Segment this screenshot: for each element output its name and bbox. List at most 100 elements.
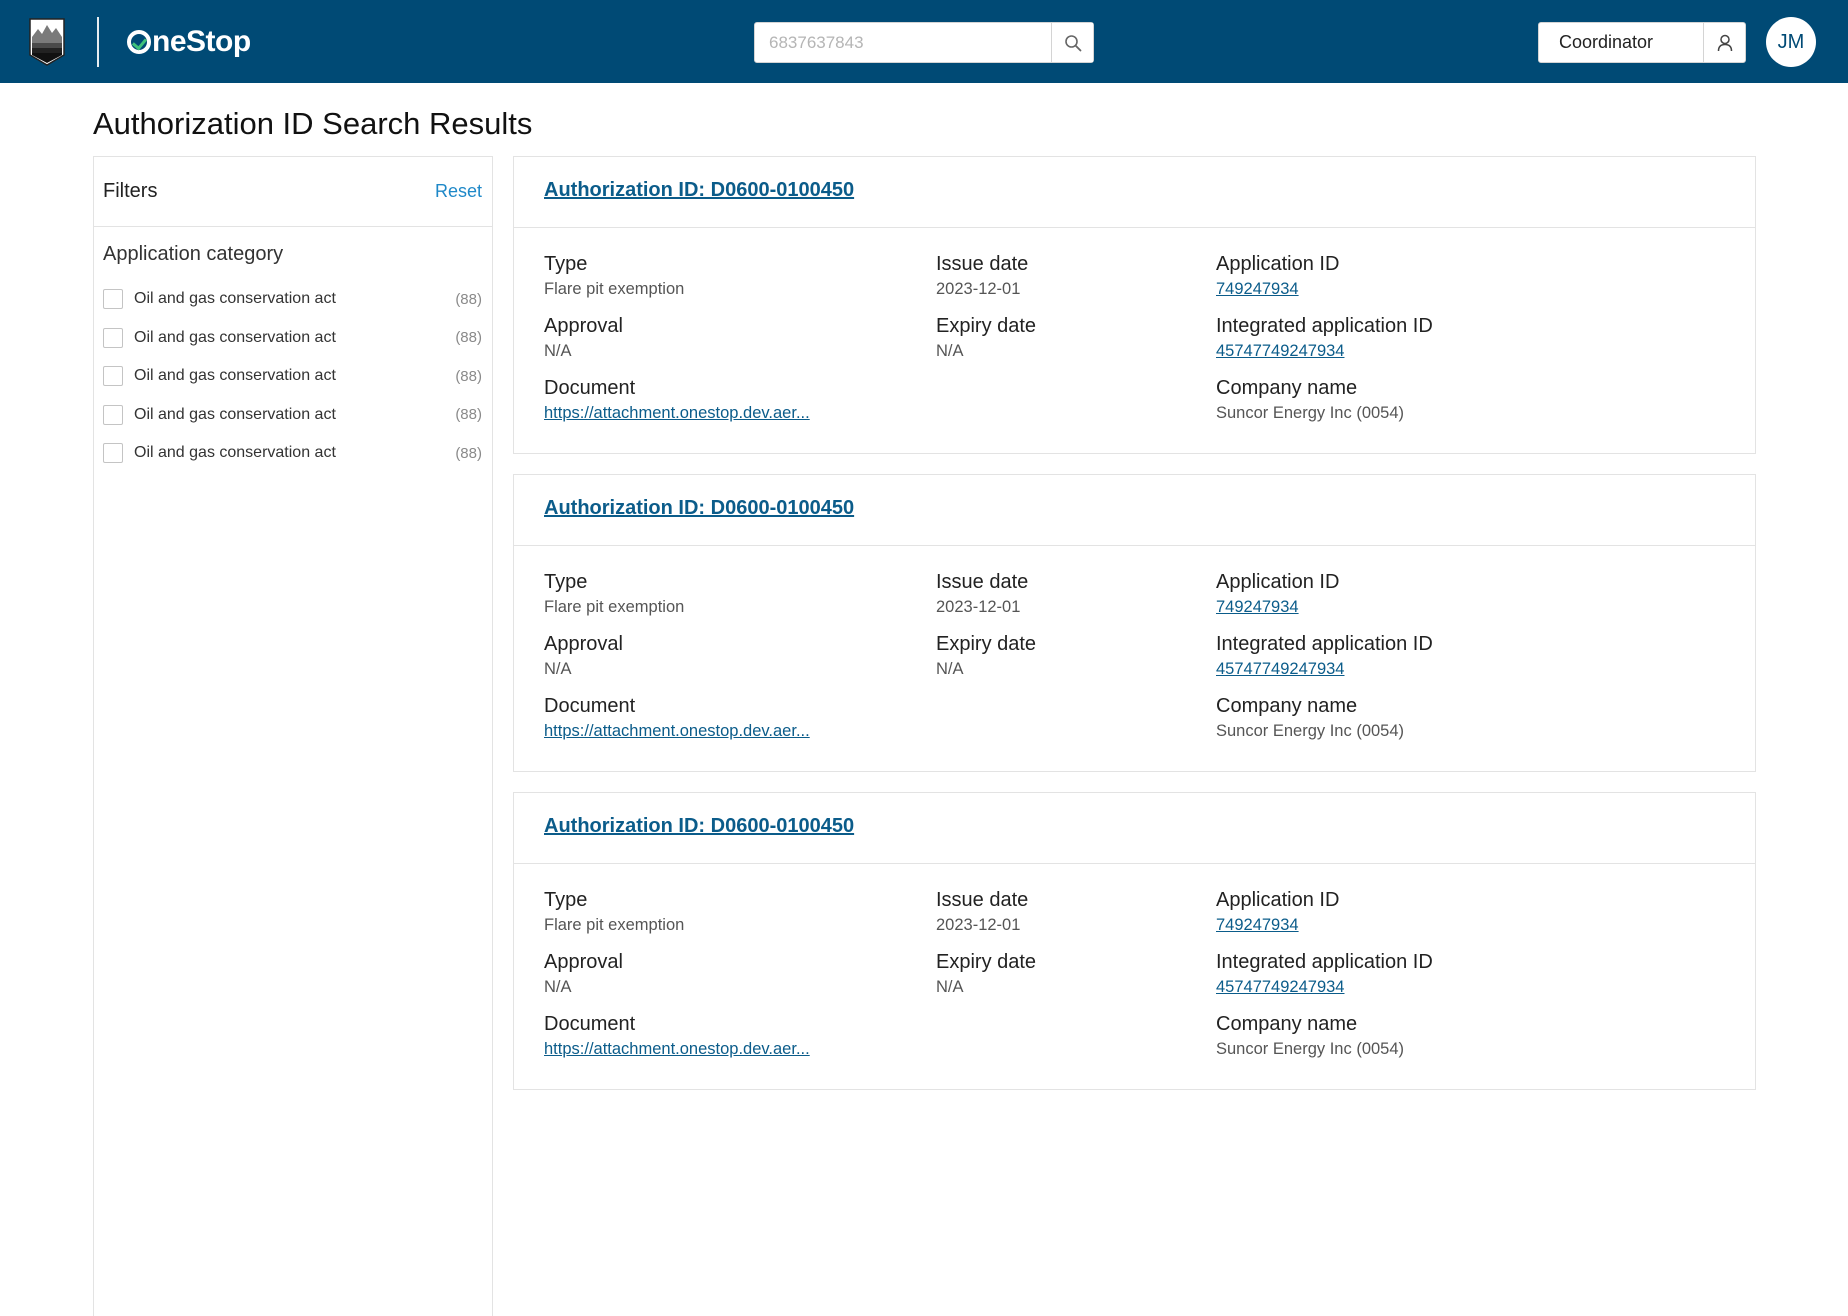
expiry-date-value: N/A bbox=[936, 978, 964, 996]
application-id-label: Application ID bbox=[1216, 889, 1340, 911]
application-id-link[interactable]: 749247934 bbox=[1216, 278, 1339, 300]
approval-value: N/A bbox=[544, 342, 572, 360]
filter-option[interactable]: Oil and gas conservation act (88) bbox=[103, 434, 482, 473]
filter-checkbox[interactable] bbox=[103, 366, 123, 387]
filter-checkbox[interactable] bbox=[103, 327, 123, 348]
issue-date-label: Issue date bbox=[936, 253, 1029, 275]
filter-checkbox[interactable] bbox=[103, 404, 123, 425]
filter-option-label: Oil and gas conservation act bbox=[134, 328, 336, 346]
role-user-button[interactable] bbox=[1703, 23, 1745, 62]
crest-logo-icon[interactable] bbox=[28, 17, 66, 67]
document-field: Document https://attachment.onestop.dev.… bbox=[544, 1012, 810, 1060]
document-link[interactable]: https://attachment.onestop.dev.aer... bbox=[544, 402, 810, 424]
filter-option[interactable]: Oil and gas conservation act (88) bbox=[103, 396, 482, 435]
company-name-label: Company name bbox=[1216, 1013, 1358, 1035]
user-avatar[interactable]: JM bbox=[1766, 17, 1816, 67]
filter-option-label: Oil and gas conservation act bbox=[134, 290, 336, 308]
issue-date-field: Issue date 2023-12-01 bbox=[936, 570, 1028, 618]
filter-checkbox[interactable] bbox=[103, 289, 123, 310]
filters-title: Filters bbox=[103, 180, 158, 202]
filter-checkbox[interactable] bbox=[103, 443, 123, 464]
company-name-field: Company name Suncor Energy Inc (0054) bbox=[1216, 376, 1404, 424]
integrated-application-id-label: Integrated application ID bbox=[1216, 315, 1433, 337]
type-value: Flare pit exemption bbox=[544, 280, 685, 298]
integrated-application-id-link[interactable]: 45747749247934 bbox=[1216, 340, 1433, 362]
filter-option[interactable]: Oil and gas conservation act (88) bbox=[103, 280, 482, 319]
filter-option[interactable]: Oil and gas conservation act (88) bbox=[103, 319, 482, 358]
type-value: Flare pit exemption bbox=[544, 916, 685, 934]
brand-divider bbox=[97, 17, 99, 67]
integrated-application-id-label: Integrated application ID bbox=[1216, 633, 1433, 655]
type-field: Type Flare pit exemption bbox=[544, 570, 684, 618]
application-id-link[interactable]: 749247934 bbox=[1216, 596, 1339, 618]
document-label: Document bbox=[544, 695, 636, 717]
brand-text: neStop bbox=[152, 25, 251, 58]
company-name-field: Company name Suncor Energy Inc (0054) bbox=[1216, 1012, 1404, 1060]
filter-option-label: Oil and gas conservation act bbox=[134, 367, 336, 385]
issue-date-field: Issue date 2023-12-01 bbox=[936, 252, 1028, 300]
role-selector[interactable]: Coordinator bbox=[1538, 22, 1746, 63]
search-box bbox=[754, 22, 1094, 63]
approval-label: Approval bbox=[544, 633, 623, 655]
application-id-field: Application ID 749247934 bbox=[1216, 570, 1339, 618]
approval-label: Approval bbox=[544, 951, 623, 973]
result-card-body: Type Flare pit exemption Approval N/A Do… bbox=[514, 546, 1755, 772]
issue-date-field: Issue date 2023-12-01 bbox=[936, 888, 1028, 936]
document-field: Document https://attachment.onestop.dev.… bbox=[544, 376, 810, 424]
document-label: Document bbox=[544, 377, 636, 399]
document-label: Document bbox=[544, 1013, 636, 1035]
issue-date-value: 2023-12-01 bbox=[936, 280, 1021, 298]
filters-panel: Filters Reset Application category Oil a… bbox=[93, 156, 493, 1316]
expiry-date-field: Expiry date N/A bbox=[936, 632, 1036, 680]
reset-filters-link[interactable]: Reset bbox=[435, 181, 482, 202]
integrated-application-id-link[interactable]: 45747749247934 bbox=[1216, 658, 1433, 680]
filters-header: Filters Reset bbox=[94, 157, 492, 227]
approval-value: N/A bbox=[544, 978, 572, 996]
issue-date-label: Issue date bbox=[936, 889, 1029, 911]
result-card-body: Type Flare pit exemption Approval N/A Do… bbox=[514, 864, 1755, 1090]
document-link[interactable]: https://attachment.onestop.dev.aer... bbox=[544, 720, 810, 742]
issue-date-value: 2023-12-01 bbox=[936, 598, 1021, 616]
result-card-header: Authorization ID: D0600-0100450 bbox=[514, 157, 1755, 228]
application-id-label: Application ID bbox=[1216, 571, 1340, 593]
search-button[interactable] bbox=[1051, 23, 1093, 62]
authorization-id-link[interactable]: Authorization ID: D0600-0100450 bbox=[544, 179, 854, 201]
onestop-logo[interactable]: neStop bbox=[127, 22, 251, 62]
company-name-value: Suncor Energy Inc (0054) bbox=[1216, 722, 1405, 740]
document-field: Document https://attachment.onestop.dev.… bbox=[544, 694, 810, 742]
page-title: Authorization ID Search Results bbox=[93, 106, 533, 141]
integrated-application-id-label: Integrated application ID bbox=[1216, 951, 1433, 973]
expiry-date-field: Expiry date N/A bbox=[936, 314, 1036, 362]
issue-date-label: Issue date bbox=[936, 571, 1029, 593]
checkmark-o-icon bbox=[127, 30, 151, 54]
application-id-label: Application ID bbox=[1216, 253, 1340, 275]
expiry-date-value: N/A bbox=[936, 342, 964, 360]
filter-option-label: Oil and gas conservation act bbox=[134, 444, 336, 462]
search-input[interactable] bbox=[755, 23, 1051, 62]
application-id-field: Application ID 749247934 bbox=[1216, 252, 1339, 300]
expiry-date-field: Expiry date N/A bbox=[936, 950, 1036, 998]
company-name-value: Suncor Energy Inc (0054) bbox=[1216, 404, 1405, 422]
type-field: Type Flare pit exemption bbox=[544, 888, 684, 936]
integrated-application-id-link[interactable]: 45747749247934 bbox=[1216, 976, 1433, 998]
filter-option-count: (88) bbox=[455, 444, 482, 462]
result-card-header: Authorization ID: D0600-0100450 bbox=[514, 475, 1755, 546]
result-card: Authorization ID: D0600-0100450 Type Fla… bbox=[513, 792, 1756, 1090]
expiry-date-label: Expiry date bbox=[936, 633, 1037, 655]
expiry-date-value: N/A bbox=[936, 660, 964, 678]
type-label: Type bbox=[544, 253, 588, 275]
result-card-header: Authorization ID: D0600-0100450 bbox=[514, 793, 1755, 864]
authorization-id-link[interactable]: Authorization ID: D0600-0100450 bbox=[544, 815, 854, 837]
integrated-application-id-field: Integrated application ID 45747749247934 bbox=[1216, 632, 1433, 680]
result-card-body: Type Flare pit exemption Approval N/A Do… bbox=[514, 228, 1755, 454]
document-link[interactable]: https://attachment.onestop.dev.aer... bbox=[544, 1038, 810, 1060]
type-label: Type bbox=[544, 889, 588, 911]
approval-field: Approval N/A bbox=[544, 314, 623, 362]
approval-label: Approval bbox=[544, 315, 623, 337]
application-id-link[interactable]: 749247934 bbox=[1216, 914, 1339, 936]
authorization-id-link[interactable]: Authorization ID: D0600-0100450 bbox=[544, 497, 854, 519]
filters-body: Application category Oil and gas conserv… bbox=[94, 227, 492, 473]
integrated-application-id-field: Integrated application ID 45747749247934 bbox=[1216, 314, 1433, 362]
filter-option-count: (88) bbox=[455, 329, 482, 347]
filter-option[interactable]: Oil and gas conservation act (88) bbox=[103, 357, 482, 396]
